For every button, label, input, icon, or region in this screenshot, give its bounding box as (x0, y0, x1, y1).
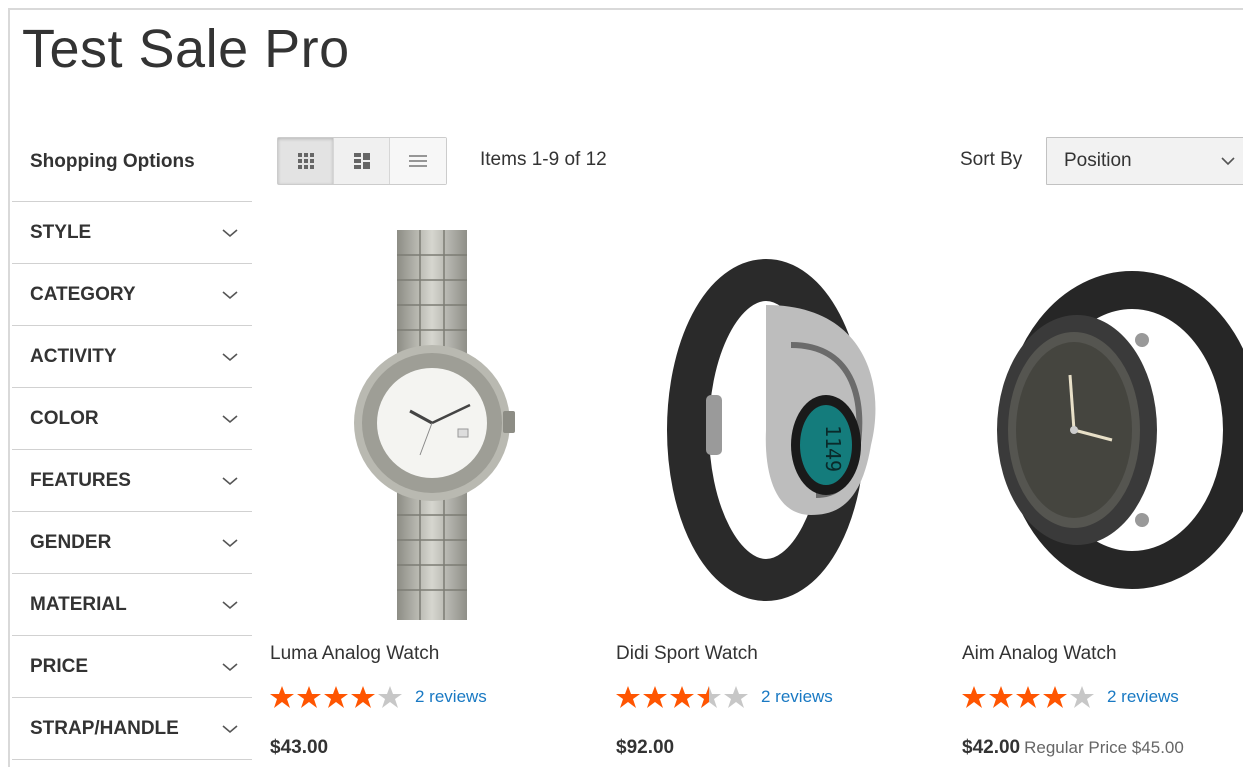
product-item: Luma Analog Watch 2 reviews $43.00 (270, 225, 590, 758)
filter-style[interactable]: STYLE (12, 202, 252, 264)
chevron-down-icon (222, 600, 238, 609)
view-mode-switcher (277, 137, 447, 185)
grid-icon (297, 153, 314, 169)
filter-label: FEATURES (30, 469, 131, 491)
filter-category[interactable]: CATEGORY (12, 264, 252, 326)
items-count: Items 1-9 of 12 (480, 149, 607, 170)
analog-watch-image (997, 271, 1243, 589)
product-name[interactable]: Luma Analog Watch (270, 643, 439, 665)
filter-label: CATEGORY (30, 283, 136, 305)
list-view-button[interactable] (390, 138, 446, 184)
product-price: $92.00 (616, 737, 674, 759)
grid-view-button[interactable] (278, 138, 334, 184)
reviews-link[interactable]: 2 reviews (1107, 687, 1179, 707)
sport-watch-image: 11 49 (667, 259, 876, 601)
product-image[interactable]: 11 49 (616, 225, 936, 620)
final-price: $92.00 (616, 737, 675, 758)
chevron-down-icon (222, 662, 238, 671)
shopping-options-title: Shopping Options (12, 140, 252, 202)
regular-price: Regular Price $45.00 (1024, 738, 1184, 757)
product-rating: 2 reviews (270, 685, 487, 709)
final-price: $43.00 (270, 737, 329, 758)
sort-selected-value: Position (1064, 150, 1132, 171)
chevron-down-icon (222, 290, 238, 299)
chevron-down-icon (222, 414, 238, 423)
chevron-down-icon (222, 228, 238, 237)
chevron-down-icon (222, 724, 238, 733)
reviews-link[interactable]: 2 reviews (761, 687, 833, 707)
product-rating: 2 reviews (962, 685, 1179, 709)
page-title: Test Sale Pro (22, 19, 350, 79)
filter-features[interactable]: FEATURES (12, 450, 252, 512)
star-rating-icon (962, 686, 1094, 708)
filter-gender[interactable]: GENDER (12, 512, 252, 574)
product-image[interactable] (962, 225, 1243, 620)
svg-text:11: 11 (821, 425, 845, 449)
star-rating-icon (616, 686, 748, 708)
page-frame: Test Sale Pro Shopping Options STYLE CAT… (8, 8, 1243, 767)
chevron-down-icon (222, 352, 238, 361)
sort-by-select[interactable]: Position (1046, 137, 1243, 185)
product-image[interactable] (270, 225, 590, 620)
product-name[interactable]: Didi Sport Watch (616, 643, 758, 665)
final-price: $42.00 (962, 737, 1021, 758)
chevron-down-icon (1221, 157, 1235, 166)
chevron-down-icon (222, 538, 238, 547)
product-item: 11 49 Didi Sport Watch 2 reviews $92.00 (616, 225, 936, 758)
analog-watch-image (354, 230, 515, 620)
list-icon (409, 155, 427, 167)
product-price: $43.00 (270, 737, 328, 759)
filter-label: PRICE (30, 655, 89, 677)
filter-color[interactable]: COLOR (12, 388, 252, 450)
filter-strap-handle[interactable]: STRAP/HANDLE (12, 698, 252, 760)
product-rating: 2 reviews (616, 685, 833, 709)
product-name[interactable]: Aim Analog Watch (962, 643, 1117, 665)
sidebar-filters: Shopping Options STYLE CATEGORY ACTIVITY… (12, 140, 252, 760)
product-price: $42.00 Regular Price $45.00 (962, 737, 1184, 759)
filter-label: COLOR (30, 407, 99, 429)
wide-grid-icon (353, 153, 370, 169)
sort-by-label: Sort By (960, 149, 1023, 170)
filter-material[interactable]: MATERIAL (12, 574, 252, 636)
wide-grid-view-button[interactable] (334, 138, 390, 184)
chevron-down-icon (222, 476, 238, 485)
filter-price[interactable]: PRICE (12, 636, 252, 698)
filter-label: MATERIAL (30, 593, 127, 615)
svg-text:49: 49 (821, 448, 845, 472)
filter-label: STYLE (30, 221, 92, 243)
product-item: Aim Analog Watch 2 reviews $42.00 Regular… (962, 225, 1243, 758)
filter-activity[interactable]: ACTIVITY (12, 326, 252, 388)
filter-label: STRAP/HANDLE (30, 717, 179, 739)
filter-label: GENDER (30, 531, 112, 553)
filter-label: ACTIVITY (30, 345, 117, 367)
star-rating-icon (270, 686, 402, 708)
reviews-link[interactable]: 2 reviews (415, 687, 487, 707)
